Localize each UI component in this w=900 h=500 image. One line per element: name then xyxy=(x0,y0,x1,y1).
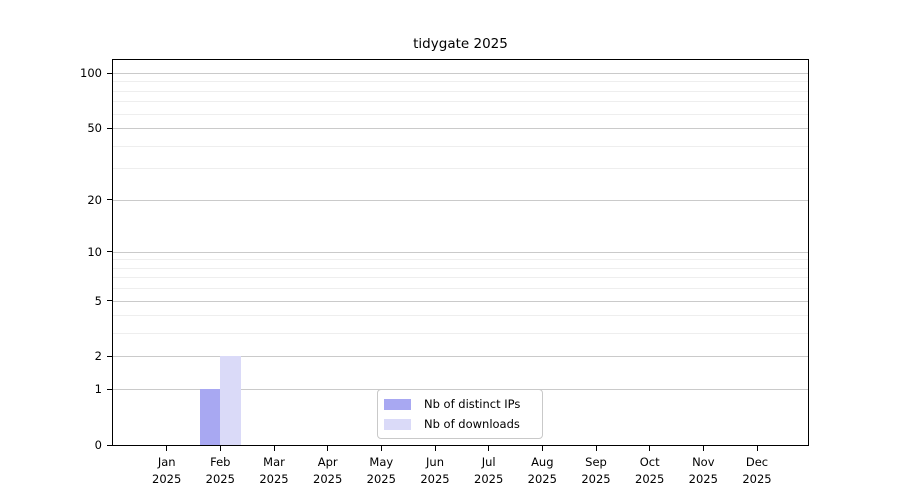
year-label: 2025 xyxy=(407,471,463,488)
month-label: Mar xyxy=(246,454,302,471)
major-gridline xyxy=(113,128,808,129)
x-axis-tick-label: Jan2025 xyxy=(139,454,195,487)
legend-row: Nb of downloads xyxy=(384,417,534,431)
month-label: May xyxy=(353,454,409,471)
bar-nb-of-distinct-ips xyxy=(200,389,221,445)
x-axis-tick xyxy=(542,446,543,451)
plot-area: Nb of distinct IPsNb of downloads 012510… xyxy=(112,59,809,446)
month-label: Dec xyxy=(729,454,785,471)
year-label: 2025 xyxy=(514,471,570,488)
minor-gridline xyxy=(113,168,808,169)
legend-row: Nb of distinct IPs xyxy=(384,397,534,411)
y-axis-tick xyxy=(107,356,112,357)
x-axis-tick xyxy=(327,446,328,451)
x-axis-tick xyxy=(220,446,221,451)
x-axis-tick-label: Sep2025 xyxy=(568,454,624,487)
y-axis-tick xyxy=(107,73,112,74)
y-axis-tick-label: 100 xyxy=(57,66,102,80)
y-axis-tick xyxy=(107,251,112,252)
legend: Nb of distinct IPs Nb of downloads xyxy=(377,389,543,439)
y-axis-tick-label: 10 xyxy=(57,245,102,259)
year-label: 2025 xyxy=(461,471,517,488)
x-axis-tick-label: Mar2025 xyxy=(246,454,302,487)
bar-nb-of-downloads xyxy=(220,356,241,445)
year-label: 2025 xyxy=(729,471,785,488)
minor-gridline xyxy=(113,259,808,260)
minor-gridline xyxy=(113,91,808,92)
month-label: Apr xyxy=(300,454,356,471)
month-label: Aug xyxy=(514,454,570,471)
y-axis-tick xyxy=(107,389,112,390)
major-gridline xyxy=(113,252,808,253)
legend-swatch xyxy=(384,419,411,430)
y-axis-tick xyxy=(107,445,112,446)
year-label: 2025 xyxy=(300,471,356,488)
month-label: Feb xyxy=(192,454,248,471)
y-axis-tick-label: 20 xyxy=(57,193,102,207)
y-axis-tick-label: 5 xyxy=(57,294,102,308)
legend-label: Nb of distinct IPs xyxy=(424,397,520,411)
x-axis-tick xyxy=(435,446,436,451)
month-label: Jun xyxy=(407,454,463,471)
x-axis-tick-label: Aug2025 xyxy=(514,454,570,487)
year-label: 2025 xyxy=(675,471,731,488)
minor-gridline xyxy=(113,288,808,289)
legend-swatch xyxy=(384,399,411,410)
y-axis-tick-label: 0 xyxy=(57,438,102,452)
year-label: 2025 xyxy=(622,471,678,488)
major-gridline xyxy=(113,200,808,201)
year-label: 2025 xyxy=(246,471,302,488)
chart-title: tidygate 2025 xyxy=(112,36,809,52)
month-label: Sep xyxy=(568,454,624,471)
year-label: 2025 xyxy=(353,471,409,488)
x-axis-tick xyxy=(381,446,382,451)
major-gridline xyxy=(113,73,808,74)
x-axis-tick-label: Jul2025 xyxy=(461,454,517,487)
x-axis-tick-label: Feb2025 xyxy=(192,454,248,487)
minor-gridline xyxy=(113,81,808,82)
x-axis-tick xyxy=(703,446,704,451)
year-label: 2025 xyxy=(139,471,195,488)
minor-gridline xyxy=(113,315,808,316)
minor-gridline xyxy=(113,114,808,115)
x-axis-tick xyxy=(596,446,597,451)
legend-label: Nb of downloads xyxy=(424,417,520,431)
minor-gridline xyxy=(113,268,808,269)
month-label: Nov xyxy=(675,454,731,471)
month-label: Jul xyxy=(461,454,517,471)
y-axis-tick-label: 2 xyxy=(57,349,102,363)
major-gridline xyxy=(113,301,808,302)
x-axis-tick-label: Oct2025 xyxy=(622,454,678,487)
minor-gridline xyxy=(113,146,808,147)
x-axis-tick-label: Nov2025 xyxy=(675,454,731,487)
figure: tidygate 2025 Nb of distinct IPs Nb of do… xyxy=(0,0,900,500)
month-label: Oct xyxy=(622,454,678,471)
y-axis-tick xyxy=(107,128,112,129)
x-axis-tick-label: Jun2025 xyxy=(407,454,463,487)
x-axis-tick-label: Apr2025 xyxy=(300,454,356,487)
minor-gridline xyxy=(113,277,808,278)
month-label: Jan xyxy=(139,454,195,471)
y-axis-tick-label: 1 xyxy=(57,382,102,396)
y-axis-tick xyxy=(107,199,112,200)
x-axis-tick xyxy=(488,446,489,451)
x-axis-tick xyxy=(274,446,275,451)
major-gridline xyxy=(113,356,808,357)
y-axis-tick-label: 50 xyxy=(57,121,102,135)
x-axis-tick xyxy=(757,446,758,451)
y-axis-tick xyxy=(107,300,112,301)
year-label: 2025 xyxy=(192,471,248,488)
x-axis-tick xyxy=(166,446,167,451)
year-label: 2025 xyxy=(568,471,624,488)
x-axis-tick-label: May2025 xyxy=(353,454,409,487)
minor-gridline xyxy=(113,101,808,102)
x-axis-tick-label: Dec2025 xyxy=(729,454,785,487)
minor-gridline xyxy=(113,333,808,334)
x-axis-tick xyxy=(649,446,650,451)
